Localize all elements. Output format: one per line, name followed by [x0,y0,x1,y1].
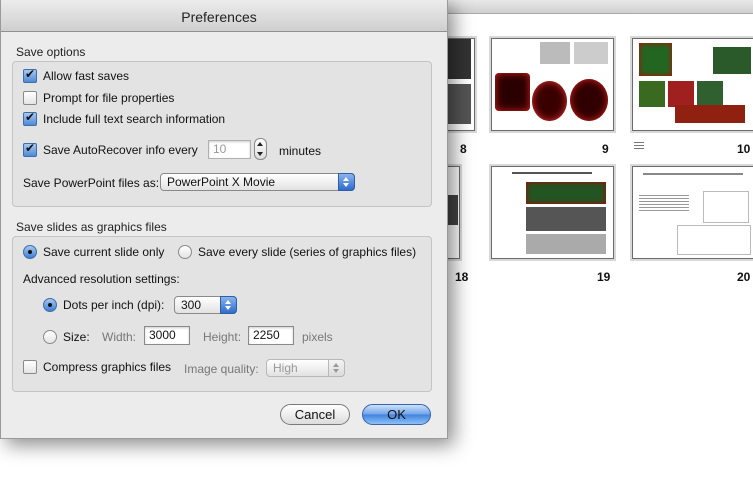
autorecover-minutes-field[interactable]: 10 [208,140,251,159]
graphics-section-label: Save slides as graphics files [16,220,167,234]
prompt-file-properties-row[interactable]: Prompt for file properties [23,91,174,105]
slide-number: 19 [597,270,611,284]
cancel-button[interactable]: Cancel [280,404,350,425]
autorecover-checkbox[interactable] [23,141,37,157]
slide-thumbnail-10[interactable] [632,38,753,131]
save-current-slide-label: Save current slide only [43,245,165,259]
compress-label: Compress graphics files [43,360,172,374]
prompt-file-properties-checkbox[interactable] [23,91,37,105]
slide-number: 18 [455,270,469,284]
include-search-info-checkbox[interactable] [23,110,37,126]
size-radio[interactable] [43,330,57,344]
dpi-popup[interactable]: 300 [174,296,237,314]
autorecover-unit-label: minutes [279,144,322,158]
width-field[interactable]: 3000 [144,326,190,345]
image-quality-value: High [273,361,298,375]
save-options-label: Save options [16,45,86,59]
dpi-label: Dots per inch (dpi): [63,298,165,312]
slide-number: 8 [460,142,467,156]
size-label: Size: [63,330,90,344]
allow-fast-saves-row[interactable]: Allow fast saves [23,67,130,83]
include-search-info-row[interactable]: Include full text search information [23,110,226,126]
popup-arrows-icon [220,296,237,314]
popup-arrows-icon [328,359,345,377]
slide-thumbnail-20[interactable] [632,166,753,259]
image-quality-label: Image quality: [184,362,259,376]
slide-stack-icon [634,142,644,149]
save-current-slide-row[interactable]: Save current slide only [23,245,164,259]
prompt-file-properties-label: Prompt for file properties [43,91,175,105]
dpi-radio[interactable] [43,298,57,312]
dialog-titlebar: Preferences [1,0,447,32]
save-every-slide-radio[interactable] [178,245,192,259]
height-label: Height: [203,330,242,344]
allow-fast-saves-checkbox[interactable] [23,67,37,83]
slide-number: 10 [737,142,751,156]
popup-arrows-icon [338,173,355,191]
save-as-popup[interactable]: PowerPoint X Movie [160,173,355,191]
slide-number: 9 [602,142,609,156]
height-field[interactable]: 2250 [248,326,294,345]
dpi-row[interactable]: Dots per inch (dpi): [43,298,164,312]
dpi-value: 300 [181,298,202,312]
dialog-title: Preferences [181,9,257,25]
save-every-slide-label: Save every slide (series of graphics fil… [198,245,417,259]
allow-fast-saves-label: Allow fast saves [43,69,130,83]
save-as-label: Save PowerPoint files as: [23,176,160,190]
slide-thumbnail-19[interactable] [491,166,614,259]
advanced-resolution-label: Advanced resolution settings: [23,272,180,286]
pixels-label: pixels [302,330,333,344]
compress-checkbox[interactable] [23,360,37,374]
image-quality-popup[interactable]: High [266,359,345,377]
autorecover-stepper[interactable] [254,138,267,160]
slide-thumbnail-9[interactable] [491,38,614,131]
autorecover-row[interactable]: Save AutoRecover info every [23,141,198,157]
stepper-down-icon[interactable] [257,152,263,156]
ok-button[interactable]: OK [362,404,431,425]
save-as-value: PowerPoint X Movie [167,175,276,189]
compress-row[interactable]: Compress graphics files [23,360,171,374]
size-row[interactable]: Size: [43,330,90,344]
stepper-up-icon[interactable] [257,142,263,146]
save-current-slide-radio[interactable] [23,245,37,259]
include-search-info-label: Include full text search information [43,112,226,126]
slide-number: 20 [737,270,751,284]
save-every-slide-row[interactable]: Save every slide (series of graphics fil… [178,245,416,259]
autorecover-label: Save AutoRecover info every [43,143,198,157]
preferences-dialog: Preferences Save options Allow fast save… [0,0,448,439]
width-label: Width: [102,330,137,344]
